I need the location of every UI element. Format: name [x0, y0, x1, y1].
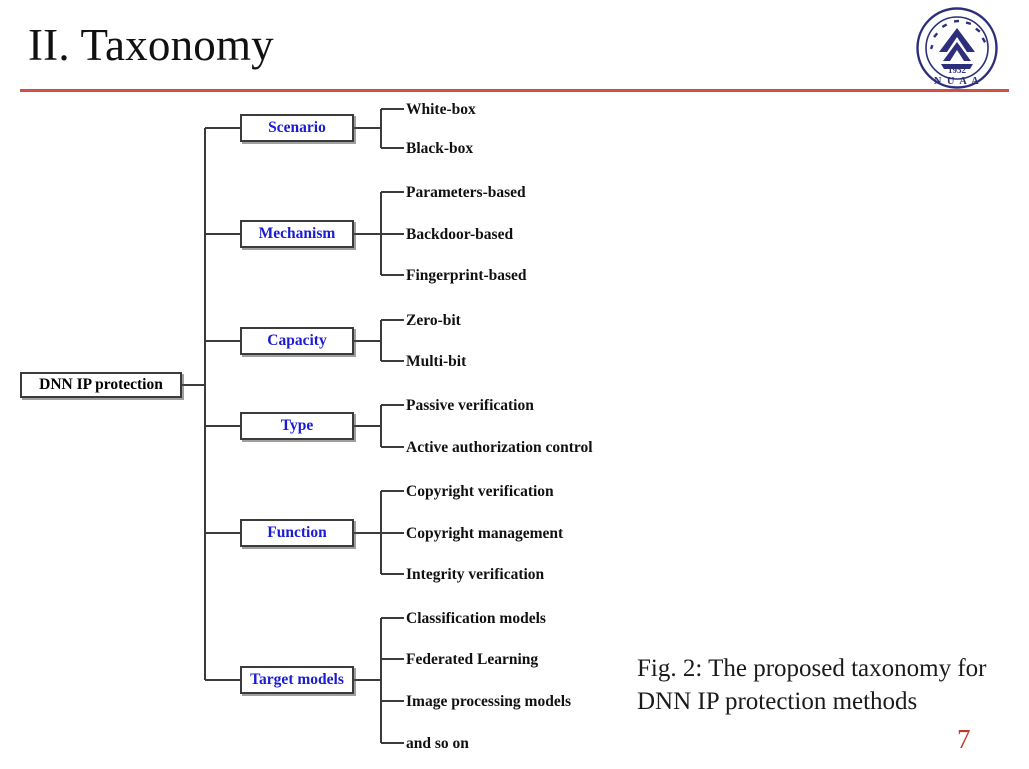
leaf-and-so-on: and so on: [406, 735, 469, 752]
leaf-passive-verification: Passive verification: [406, 397, 534, 414]
node-category-capacity[interactable]: Capacity: [240, 327, 354, 355]
leaf-fingerprint-based: Fingerprint-based: [406, 267, 527, 284]
leaf-backdoor-based: Backdoor-based: [406, 226, 514, 243]
leaf-zero-bit: Zero-bit: [406, 312, 461, 329]
node-category-function[interactable]: Function: [240, 519, 354, 547]
title-divider: [20, 89, 1009, 92]
leaf-federated-learning: Federated Learning: [406, 651, 539, 668]
node-category-scenario[interactable]: Scenario: [240, 114, 354, 142]
node-root-label: DNN IP protection: [39, 376, 163, 393]
node-label: Scenario: [268, 119, 326, 136]
node-label: Function: [267, 524, 327, 541]
leaf-copyright-verification: Copyright verification: [406, 483, 554, 500]
leaf-multi-bit: Multi-bit: [406, 353, 467, 370]
node-label: Mechanism: [258, 225, 336, 242]
logo-acronym: N U A A: [934, 76, 980, 87]
node-category-target-models[interactable]: Target models: [240, 666, 354, 694]
leaf-parameters-based: Parameters-based: [406, 184, 526, 201]
leaf-integrity-verification: Integrity verification: [406, 566, 545, 583]
node-label: Capacity: [267, 332, 327, 349]
nuaa-logo: 1952 N U A A: [915, 6, 999, 90]
leaf-classification-models: Classification models: [406, 610, 546, 627]
node-category-mechanism[interactable]: Mechanism: [240, 220, 354, 248]
leaf-image-processing-models: Image processing models: [406, 693, 572, 710]
leaf-black-box: Black-box: [406, 140, 474, 157]
figure-caption: Fig. 2: The proposed taxonomy for DNN IP…: [637, 655, 987, 715]
leaf-copyright-management: Copyright management: [406, 525, 564, 542]
logo-year: 1952: [948, 65, 967, 75]
node-root[interactable]: DNN IP protection: [20, 372, 182, 398]
node-label: Type: [280, 417, 314, 434]
node-label: Target models: [250, 671, 344, 688]
page-title: II. Taxonomy: [28, 20, 274, 70]
page-number: 7: [957, 724, 971, 754]
leaf-white-box: White-box: [406, 101, 476, 118]
leaf-active-authorization-control: Active authorization control: [406, 439, 593, 456]
node-category-type[interactable]: Type: [240, 412, 354, 440]
